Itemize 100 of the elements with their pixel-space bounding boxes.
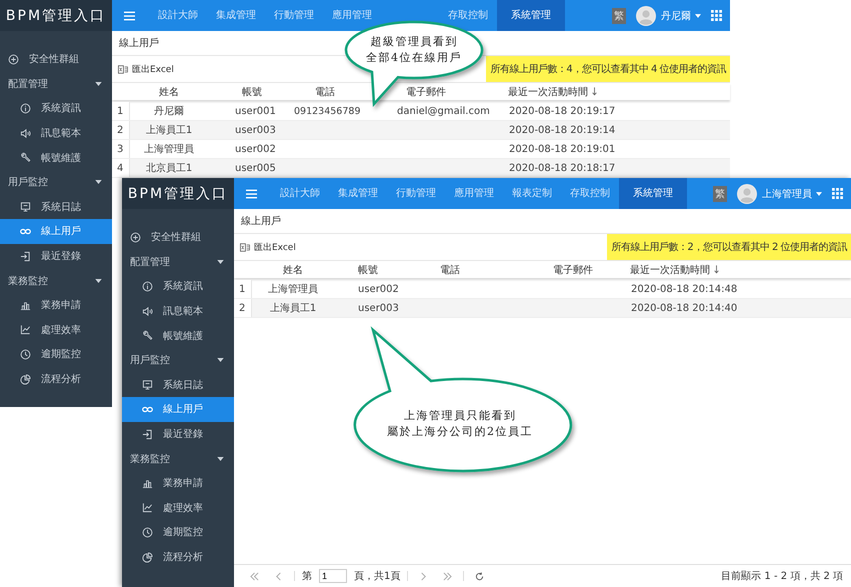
caret-icon bbox=[217, 260, 224, 264]
sidebar-item[interactable]: 安全性群組 bbox=[122, 225, 234, 250]
sidebar-item[interactable]: 系統日誌 bbox=[0, 194, 112, 220]
sidebar-item[interactable]: 系統日誌 bbox=[122, 372, 234, 398]
line-chart-icon bbox=[142, 502, 153, 514]
table-cell-text: 上海管理員 bbox=[144, 142, 194, 156]
row-number: 4 bbox=[117, 162, 124, 174]
sidebar-item[interactable]: 系統資訊 bbox=[122, 274, 234, 299]
table-cell: user003 bbox=[235, 124, 276, 136]
caret-icon bbox=[217, 456, 224, 461]
sidebar-group[interactable]: 用戶監控 bbox=[0, 170, 112, 195]
sidebar-item[interactable]: 線上用戶 bbox=[0, 219, 112, 244]
info-icon bbox=[142, 280, 153, 292]
sidebar-item[interactable]: 系統資訊 bbox=[0, 96, 112, 121]
sidebar-item[interactable]: 帳號維護 bbox=[0, 145, 112, 170]
column-header[interactable]: 姓名 bbox=[283, 262, 303, 276]
clock-icon bbox=[142, 526, 153, 538]
sidebar-item[interactable]: 流程分析 bbox=[122, 544, 234, 570]
table-cell-text: 北京員工1 bbox=[146, 162, 192, 175]
column-header[interactable]: 電子郵件 bbox=[406, 84, 446, 98]
table-cell-text: 上海員工1 bbox=[270, 302, 316, 315]
export-button[interactable]: 匯出Excel bbox=[112, 56, 180, 82]
export-button[interactable]: 匯出Excel bbox=[234, 234, 302, 260]
callout-text: 上海管理員只能看到 屬於上海分公司的2位員工 bbox=[386, 408, 534, 440]
table-cell: daniel@gmail.com bbox=[397, 106, 490, 116]
nav-tab[interactable]: 系統管理 bbox=[497, 0, 565, 31]
sidebar-item[interactable]: 線上用戶 bbox=[122, 397, 234, 422]
next-page-icon[interactable] bbox=[419, 572, 428, 580]
column-header[interactable]: 電話 bbox=[315, 84, 335, 98]
caret-icon bbox=[95, 82, 102, 86]
sidebar-item[interactable]: 業務申請 bbox=[0, 292, 112, 318]
sidebar-item[interactable]: 逾期監控 bbox=[0, 342, 112, 367]
row-number: 3 bbox=[117, 144, 124, 154]
page-input[interactable]: 1 bbox=[319, 569, 347, 583]
sidebar-item[interactable]: 最近登錄 bbox=[122, 422, 234, 446]
plus-circle-icon bbox=[130, 232, 141, 243]
apps-grid-icon[interactable] bbox=[711, 10, 722, 21]
column-header[interactable]: 姓名 bbox=[159, 84, 179, 98]
sidebar-group[interactable]: 業務監控 bbox=[0, 268, 112, 293]
sort-down-icon[interactable] bbox=[714, 265, 719, 274]
plus-circle-icon bbox=[8, 54, 19, 65]
sidebar-item[interactable]: 處理效率 bbox=[0, 318, 112, 342]
table-cell: 09123456789 bbox=[294, 106, 360, 116]
table-cell: 2020-08-18 20:19:14 bbox=[509, 124, 616, 136]
sidebar-item[interactable]: 處理效率 bbox=[122, 496, 234, 520]
first-page-icon[interactable] bbox=[250, 572, 259, 580]
sidebar-item[interactable]: 訊息範本 bbox=[0, 120, 112, 146]
avatar-icon bbox=[636, 6, 656, 26]
spreadsheet-icon bbox=[240, 242, 250, 252]
table-cell: user003 bbox=[358, 302, 399, 314]
breadcrumb: 線上用戶 bbox=[119, 36, 159, 50]
sidebar-item[interactable]: 訊息範本 bbox=[122, 298, 234, 324]
caret-icon bbox=[695, 14, 701, 18]
table-cell: user001 bbox=[235, 106, 276, 116]
language-badge[interactable]: 繁 bbox=[713, 186, 727, 202]
sidebar-group[interactable]: 業務監控 bbox=[122, 446, 234, 471]
row-number: 2 bbox=[239, 302, 246, 314]
language-badge[interactable]: 繁 bbox=[612, 8, 626, 24]
row-number: 1 bbox=[239, 284, 246, 294]
sidebar-item[interactable]: 流程分析 bbox=[0, 366, 112, 392]
table-cell: 2020-08-18 20:18:17 bbox=[509, 162, 616, 174]
table-cell: 2020-08-18 20:14:48 bbox=[631, 284, 738, 294]
user-menu[interactable]: 丹尼爾 bbox=[661, 8, 691, 22]
sidebar-group[interactable]: 配置管理 bbox=[0, 72, 112, 96]
column-header[interactable]: 帳號 bbox=[242, 84, 262, 98]
table-cell: 2020-08-18 20:19:01 bbox=[509, 144, 616, 154]
column-header[interactable]: 電話 bbox=[440, 262, 460, 276]
column-header[interactable]: 電子郵件 bbox=[553, 262, 593, 276]
column-header[interactable]: 最近一次活動時間 bbox=[508, 84, 588, 98]
menu-icon[interactable] bbox=[124, 10, 135, 20]
page-label: 第 bbox=[302, 570, 312, 583]
column-header[interactable]: 帳號 bbox=[358, 262, 378, 276]
sort-down-icon[interactable] bbox=[592, 87, 597, 96]
page-total: 頁，共1頁 bbox=[354, 570, 400, 583]
sidebar-item[interactable]: 業務申請 bbox=[122, 470, 234, 496]
caret-icon bbox=[217, 358, 224, 362]
row-number: 2 bbox=[117, 124, 124, 136]
speaker-icon bbox=[20, 128, 31, 139]
sidebar-group[interactable]: 配置管理 bbox=[122, 250, 234, 274]
breadcrumb: 線上用戶 bbox=[241, 214, 281, 228]
pie-chart-icon bbox=[142, 552, 153, 563]
pie-chart-icon bbox=[20, 374, 31, 385]
last-page-icon[interactable] bbox=[443, 572, 452, 580]
user-menu[interactable]: 上海管理員 bbox=[762, 186, 812, 200]
refresh-icon[interactable] bbox=[475, 572, 484, 580]
column-header[interactable]: 最近一次活動時間 bbox=[630, 262, 710, 276]
table-cell: user002 bbox=[235, 144, 276, 154]
nav-tab[interactable]: 系統管理 bbox=[619, 178, 687, 209]
previous-page-icon[interactable] bbox=[274, 572, 283, 580]
sidebar-item[interactable]: 安全性群組 bbox=[0, 47, 112, 72]
table-cell-text: 上海員工1 bbox=[146, 124, 192, 137]
speaker-icon bbox=[142, 306, 153, 317]
sidebar-item[interactable]: 帳號維護 bbox=[122, 323, 234, 348]
apps-grid-icon[interactable] bbox=[832, 188, 843, 199]
sidebar-item[interactable]: 最近登錄 bbox=[0, 244, 112, 268]
wrench-icon bbox=[142, 330, 153, 342]
menu-icon[interactable] bbox=[246, 188, 257, 198]
sidebar-item[interactable]: 逾期監控 bbox=[122, 520, 234, 545]
caret-icon bbox=[95, 180, 102, 184]
sidebar-group[interactable]: 用戶監控 bbox=[122, 348, 234, 373]
